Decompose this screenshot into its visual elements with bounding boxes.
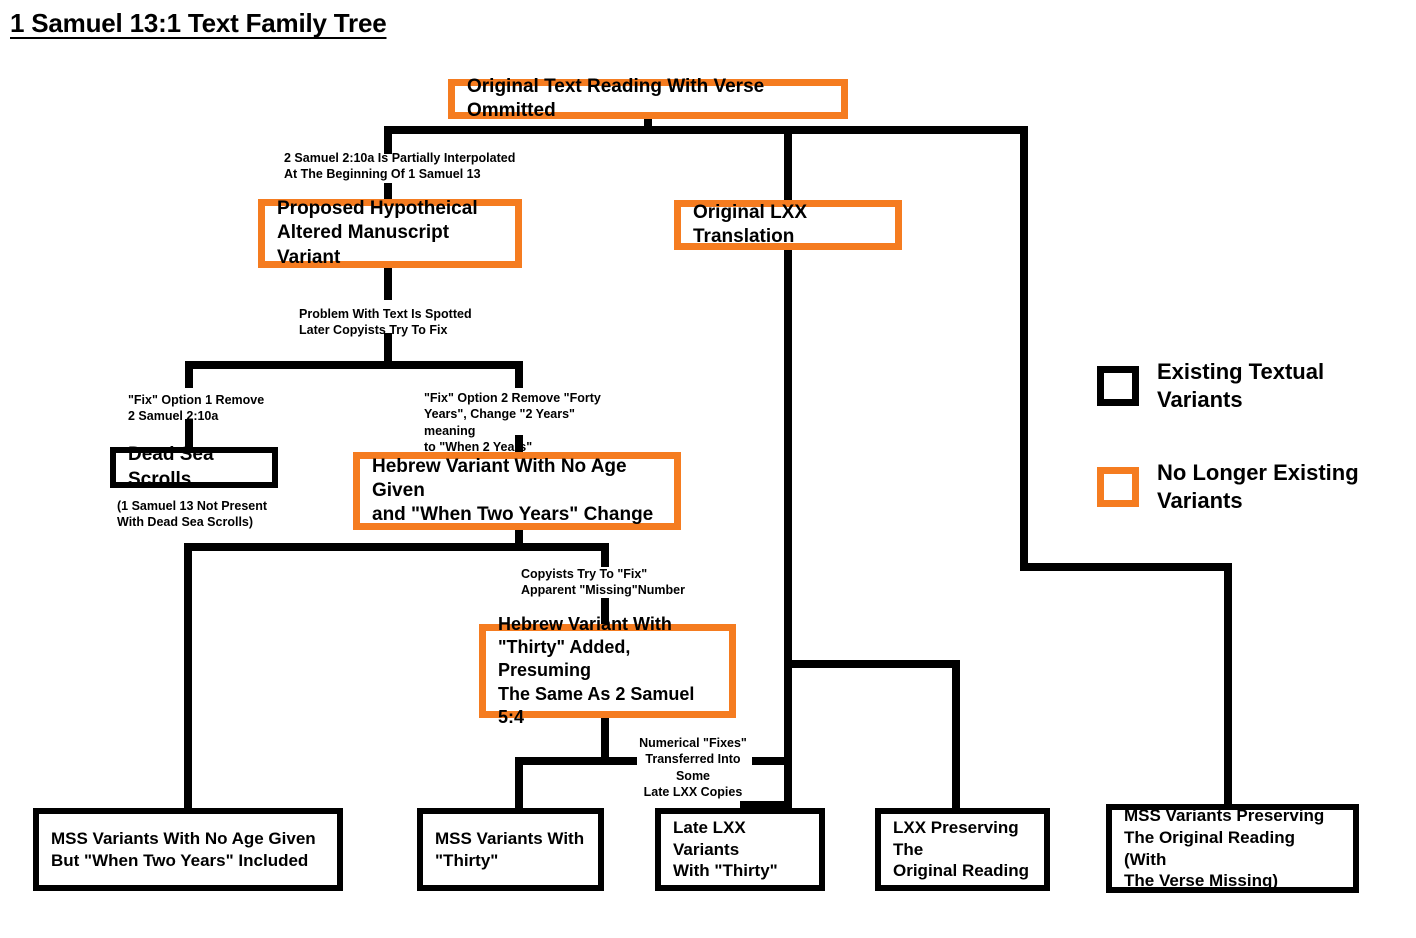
legend-black-square-icon [1097,365,1139,406]
node-mss-variants-no-age[interactable]: MSS Variants With No Age Given But "When… [33,808,343,891]
connector-to-copyists-upper [601,543,609,567]
page-title: 1 Samuel 13:1 Text Family Tree [10,8,387,38]
edge-label-fix-option-1: "Fix" Option 1 Remove 2 Samuel 2:10a [128,393,265,424]
node-label: MSS Variants With "Thirty" [435,828,585,870]
node-mss-variants-preserving-original[interactable]: MSS Variants Preserving The Original Rea… [1106,804,1359,893]
note-dead-sea-scrolls: (1 Samuel 13 Not Present With Dead Sea S… [117,499,268,530]
node-label: MSS Variants Preserving The Original Rea… [1124,806,1325,891]
connector-numerical-fixes-left-stub [608,757,636,765]
node-label: LXX Preserving The Original Reading [893,817,1030,881]
connector-right-branch-to-mss-original [1224,563,1232,805]
connector-lxx-to-preserving-horizontal [784,660,960,668]
node-label: Proposed Hypotheical Altered Manuscript … [277,198,478,268]
connector-to-mss-no-age [184,543,192,809]
node-hebrew-variant-thirty[interactable]: Hebrew Variant With "Thirty" Added, Pres… [479,614,736,727]
legend-item-no-longer-existing: No Longer Existing Variants [1097,459,1359,514]
connector-fix-options-bus [185,361,523,369]
connector-root-to-lxx [784,126,792,200]
node-label: Original Text Reading With Verse Ommitte… [467,75,765,121]
node-label: Late LXX Variants With "Thirty" [673,817,778,881]
edge-label-problem-spotted: Problem With Text Is Spotted Later Copyi… [299,307,472,338]
node-dead-sea-scrolls[interactable]: Dead Sea Scrolls [110,444,278,490]
node-label: Dead Sea Scrolls [128,444,214,490]
legend-orange-square-icon [1097,466,1139,507]
connector-root-bus [384,126,1028,134]
diagram-canvas: 1 Samuel 13:1 Text Family Tree Original … [0,0,1416,938]
legend-item-existing: Existing Textual Variants [1097,358,1324,413]
connector-fix1-stub-upper [185,361,193,388]
node-label: MSS Variants With No Age Given But "When… [51,828,316,870]
node-lxx-preserving-original[interactable]: LXX Preserving The Original Reading [875,808,1050,891]
node-late-lxx-variants-thirty[interactable]: Late LXX Variants With "Thirty" [655,808,825,891]
edge-label-fix-option-2: "Fix" Option 2 Remove "Forty Years", Cha… [424,391,601,454]
node-label: Original LXX Translation [693,201,808,247]
connector-hebrew-no-age-bus [184,543,609,551]
connector-proposed-down-upper [384,268,392,300]
node-proposed-hypothetical[interactable]: Proposed Hypotheical Altered Manuscript … [258,198,522,268]
connector-fix2-stub-upper [515,361,523,388]
node-mss-variants-thirty[interactable]: MSS Variants With "Thirty" [417,808,604,891]
legend-label: No Longer Existing Variants [1157,460,1359,513]
node-original-lxx-translation[interactable]: Original LXX Translation [674,200,902,250]
legend-label: Existing Textual Variants [1157,359,1325,412]
edge-label-copyists-missing: Copyists Try To "Fix" Apparent "Missing"… [521,567,685,598]
connector-to-mss-thirty [515,757,523,809]
node-label: Hebrew Variant With "Thirty" Added, Pres… [498,614,695,727]
edge-label-interpolated: 2 Samuel 2:10a Is Partially Interpolated… [284,151,516,182]
node-original-text-reading[interactable]: Original Text Reading With Verse Ommitte… [448,76,848,121]
node-hebrew-variant-no-age[interactable]: Hebrew Variant With No Age Given and "Wh… [353,452,681,530]
edge-label-numerical-fixes: Numerical "Fixes" Transferred Into Some … [639,736,747,799]
connector-right-branch-horizontal [1020,563,1232,571]
connector-root-to-right-branch [1020,126,1028,570]
node-label: Hebrew Variant With No Age Given and "Wh… [372,455,654,526]
connector-lxx-trunk [784,250,792,809]
connector-lxx-to-preserving-vertical [952,660,960,809]
